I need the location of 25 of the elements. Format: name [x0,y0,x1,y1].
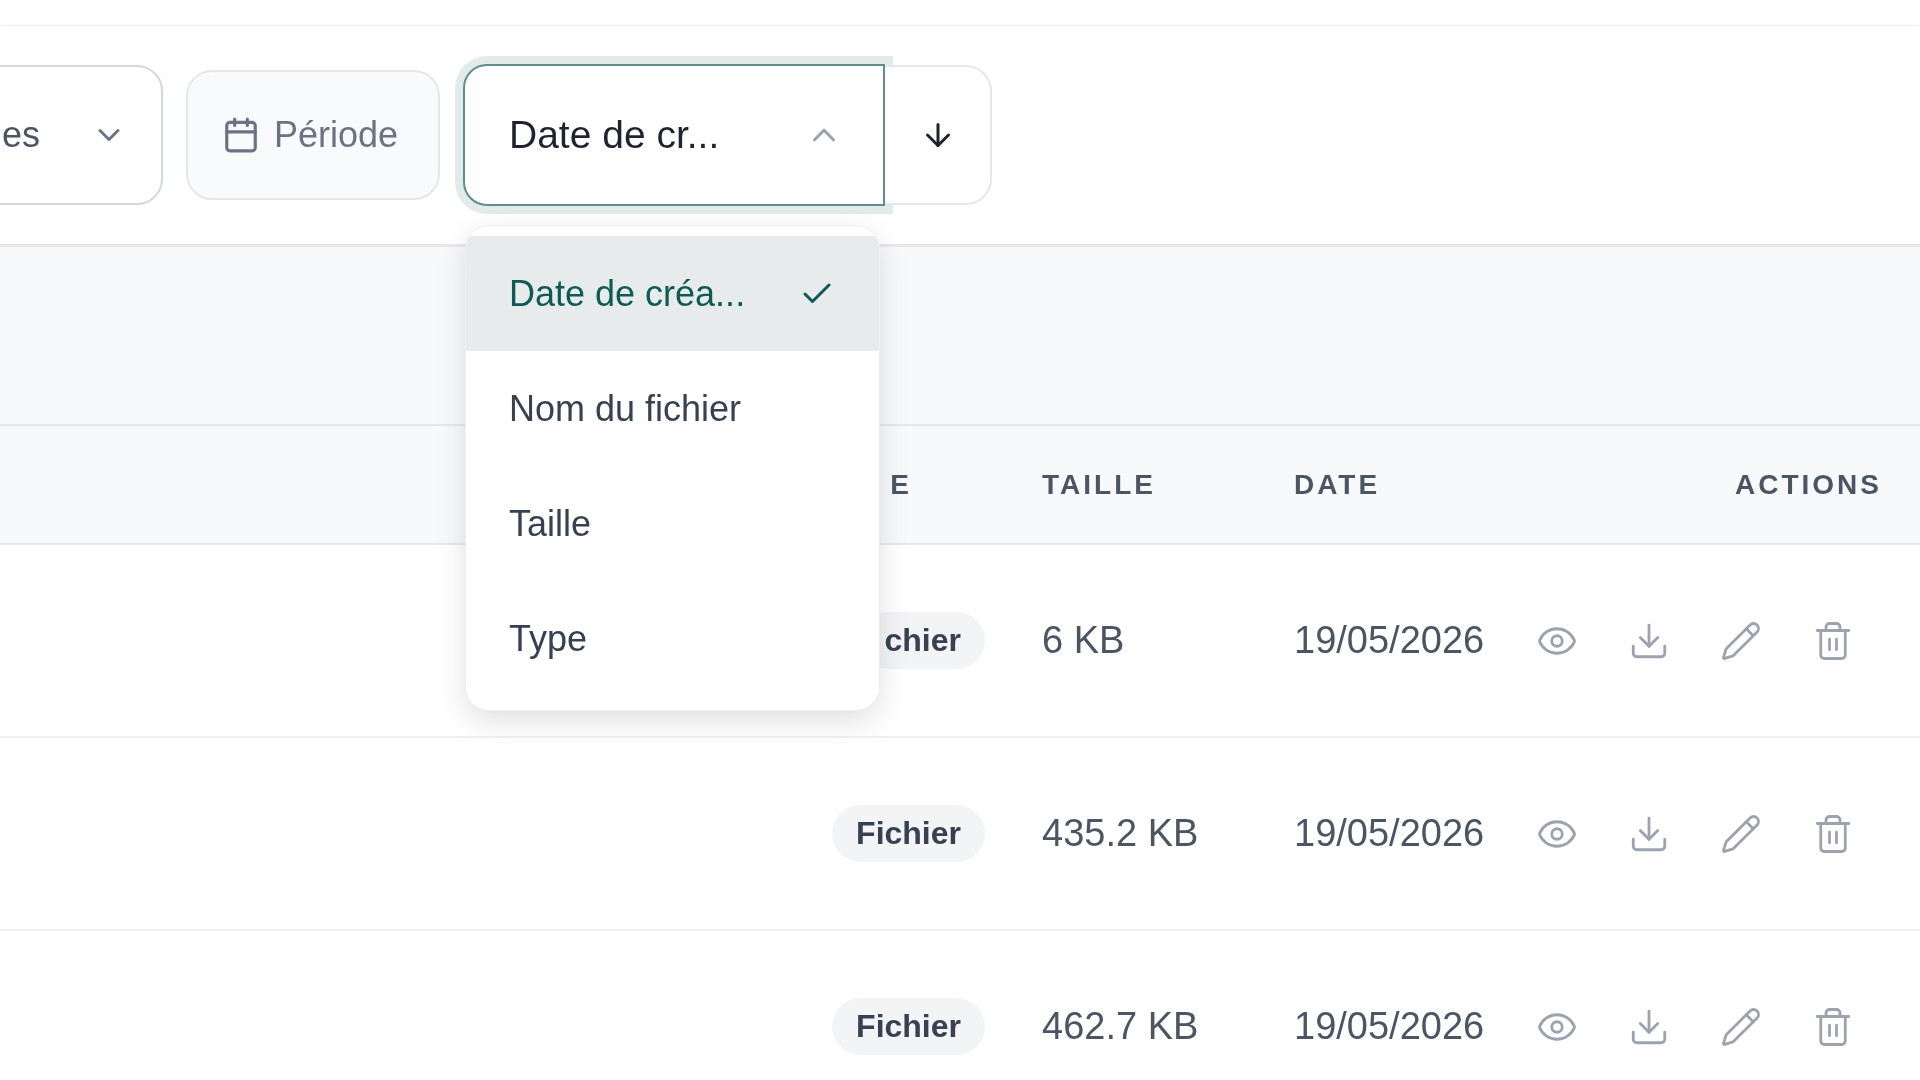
size-cell-text: 435.2 KB [1042,812,1200,855]
date-cell-text: 19/05/2026 [1294,619,1486,662]
menu-option[interactable]: Taille [466,466,879,581]
type-filter-select[interactable]: es [0,65,163,205]
size-cell-text: 462.7 KB [1042,1005,1200,1048]
column-header: ACTIONS [1735,468,1883,501]
menu-option[interactable]: Type [466,581,879,696]
edit-button[interactable] [1720,1005,1762,1048]
type-tag: Fichier [832,805,985,862]
menu-option[interactable]: Date de créa... [466,236,879,351]
period-button[interactable]: Période [186,70,440,200]
date-cell-text: 19/05/2026 [1294,1005,1486,1048]
date-cell-text: 19/05/2026 [1294,812,1486,855]
menu-option[interactable]: Nom du fichier [466,351,879,466]
pencil-icon [1720,1005,1762,1048]
column-header: DATE [1294,468,1381,501]
column-header: TAILLE [1042,468,1156,501]
pencil-icon [1720,619,1762,662]
edit-button[interactable] [1720,619,1762,662]
type-tag: Fichier [832,998,985,1055]
column-header: E [890,468,913,501]
pencil-icon [1720,812,1762,855]
size-cell-text: 6 KB [1042,619,1126,662]
edit-button[interactable] [1720,812,1762,855]
calendar-icon [222,116,260,154]
